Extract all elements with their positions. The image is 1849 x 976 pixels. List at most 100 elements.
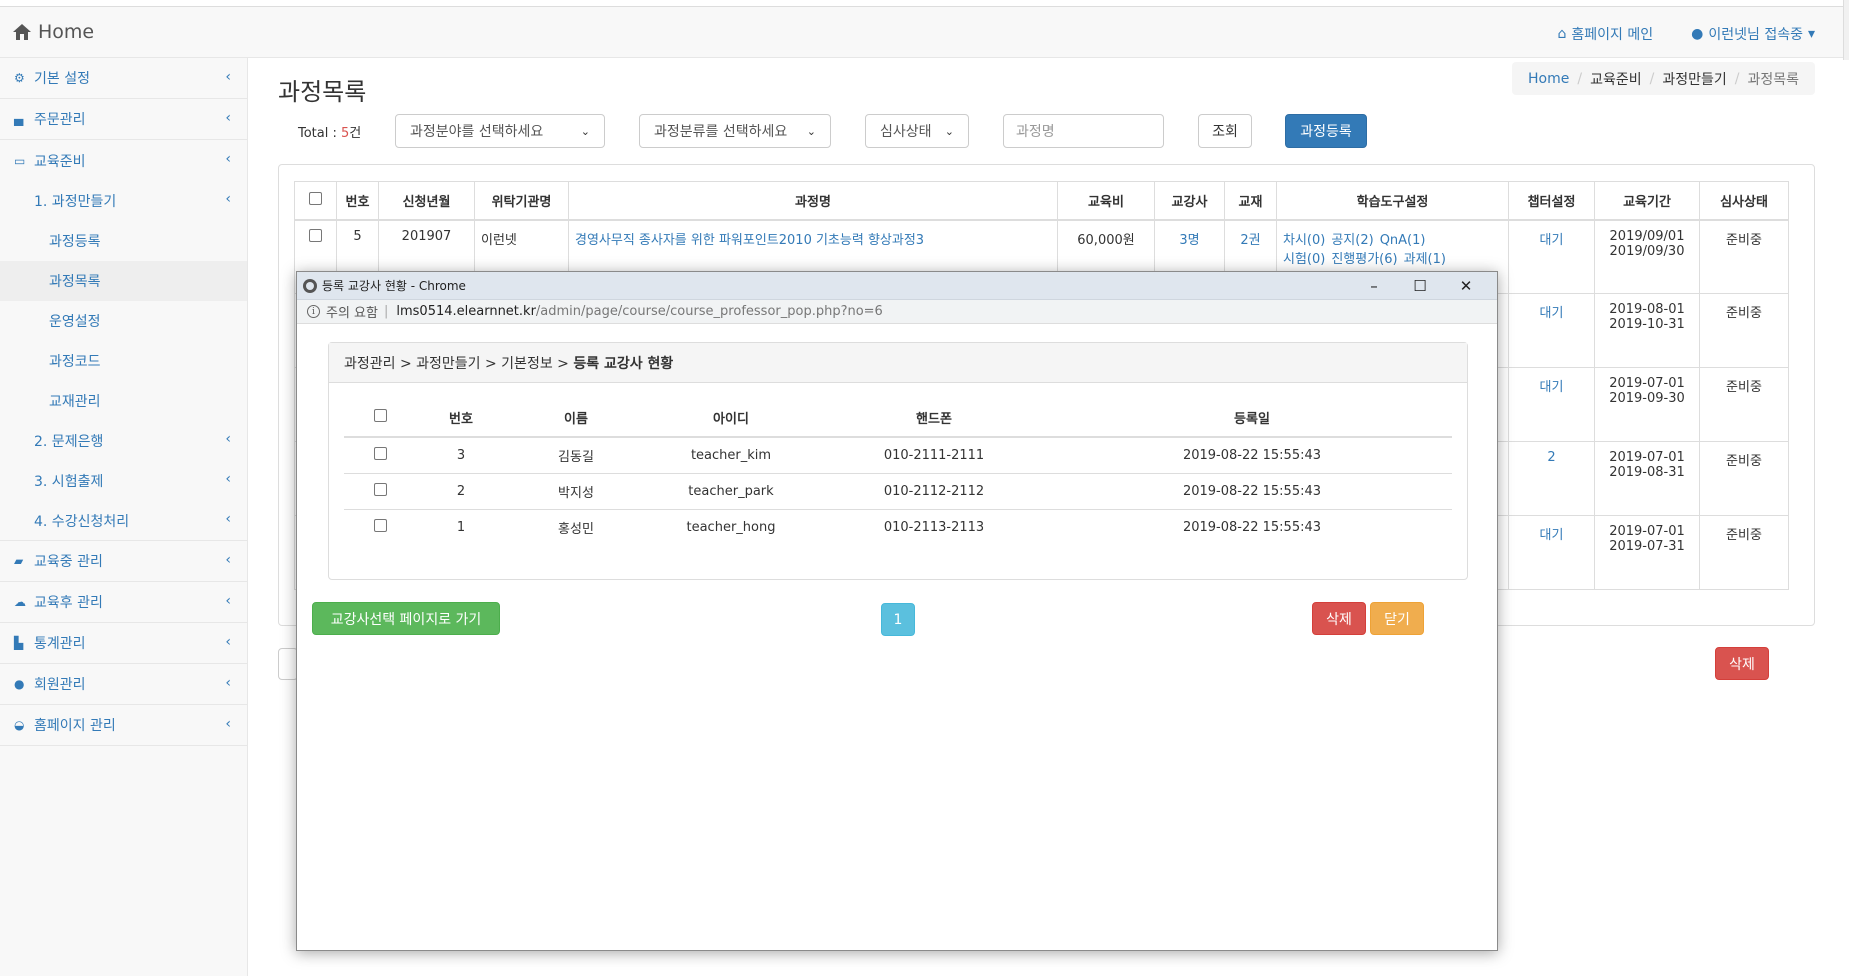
sidebar-item-label: 회원관리	[34, 677, 86, 693]
go-instructor-select-button[interactable]: 교강사선택 페이지로 가기	[312, 602, 500, 635]
breadcrumb-course-make[interactable]: 과정만들기	[1662, 69, 1726, 89]
period-end: 2019-09-30	[1609, 391, 1685, 406]
tool-link-sessions[interactable]: 차시(0)	[1283, 233, 1325, 248]
col-header: 핸드폰	[816, 399, 1052, 438]
course-category-select[interactable]: 과정분류를 선택하세요 ⌄	[639, 114, 831, 148]
user-icon: ●	[14, 677, 25, 691]
sidebar-item-members[interactable]: ● 회원관리 ‹	[0, 664, 247, 705]
tool-link-exam[interactable]: 시험(0)	[1283, 252, 1325, 267]
sidebar-item-basic-settings[interactable]: ⚙ 기본 설정 ‹	[0, 58, 247, 99]
bar-chart-icon: ▙	[14, 636, 24, 650]
sidebar-item-textbook[interactable]: 교재관리	[0, 381, 247, 421]
sidebar-item-during-edu[interactable]: ▰ 교육중 관리 ‹	[0, 541, 247, 582]
cell-period: 2019-07-01 2019-09-30	[1594, 367, 1700, 442]
col-header: 학습도구설정	[1276, 181, 1509, 221]
cell-chapter: 대기	[1508, 515, 1595, 590]
sidebar: ⚙ 기본 설정 ‹ ▄ 주문관리 ‹ ▭ 교육준비 ‹ 1. 과정만들기 ‹ 과정등록 과정목…	[0, 58, 248, 976]
chapter-link[interactable]: 대기	[1540, 380, 1564, 395]
select-all-cell	[344, 399, 416, 438]
sidebar-item-label: 주문관리	[34, 112, 86, 128]
minimize-icon[interactable]: –	[1351, 277, 1397, 295]
tool-link-assignment[interactable]: 과제(1)	[1404, 252, 1446, 267]
cell-id: teacher_park	[646, 473, 816, 510]
cell-name: 홍성민	[558, 521, 594, 537]
chevron-down-icon: ⌄	[580, 124, 590, 138]
row-checkbox[interactable]	[373, 518, 387, 532]
sidebar-item-homepage[interactable]: ◒ 홈페이지 관리 ‹	[0, 705, 247, 746]
table-header-row: 번호 이름 아이디 핸드폰 등록일	[344, 399, 1452, 438]
tool-link-qna[interactable]: QnA(1)	[1380, 233, 1426, 248]
sidebar-item-question-bank[interactable]: 2. 문제은행 ‹	[0, 421, 247, 461]
sidebar-item-course-make[interactable]: 1. 과정만들기 ‹	[0, 181, 247, 221]
cart-icon: ▄	[14, 112, 24, 126]
col-header: 번호	[416, 399, 506, 438]
sidebar-item-label: 홈페이지 관리	[34, 718, 116, 734]
col-header: 신청년월	[378, 181, 475, 221]
row-checkbox[interactable]	[373, 446, 387, 460]
home-brand-link[interactable]: Home	[12, 21, 94, 43]
select-all-checkbox[interactable]	[373, 409, 387, 422]
breadcrumb-edu-prep[interactable]: 교육준비	[1590, 69, 1642, 89]
review-status-select[interactable]: 심사상태 ⌄	[865, 114, 969, 148]
course-name-link[interactable]: 경영사무직 종사자를 위한 파워포인트2010 기초능력 향상과정3	[575, 233, 924, 248]
sidebar-item-edu-prep[interactable]: ▭ 교육준비 ‹	[0, 140, 247, 181]
instructor-popup-window: 등록 교강사 현황 - Chrome – ☐ ✕ i 주의 요함 | lms05…	[296, 271, 1498, 951]
breadcrumb: Home / 교육준비 / 과정만들기 / 과정목록	[1512, 62, 1815, 95]
course-name-input[interactable]: 과정명	[1003, 114, 1164, 148]
popup-titlebar[interactable]: 등록 교강사 현황 - Chrome – ☐ ✕	[297, 272, 1497, 300]
tool-link-notice[interactable]: 공지(2)	[1331, 233, 1373, 248]
sidebar-item-label: 기본 설정	[34, 71, 90, 87]
delete-button[interactable]: 삭제	[1715, 647, 1769, 680]
col-header: 등록일	[1052, 399, 1452, 438]
instructors-link[interactable]: 3명	[1179, 233, 1199, 248]
popup-close-button[interactable]: 닫기	[1370, 602, 1424, 635]
maximize-icon[interactable]: ☐	[1397, 277, 1443, 295]
chapter-link[interactable]: 대기	[1540, 306, 1564, 321]
sidebar-item-stats[interactable]: ▙ 통계관리 ‹	[0, 623, 247, 664]
tool-link-progress-eval[interactable]: 진행평가(6)	[1331, 252, 1397, 267]
close-icon[interactable]: ✕	[1443, 277, 1489, 295]
sidebar-item-after-edu[interactable]: ☁ 교육후 관리 ‹	[0, 582, 247, 623]
total-count: Total : 5건	[298, 122, 361, 141]
user-menu-dropdown[interactable]: ● 이런넷님 접속중 ▾	[1691, 24, 1815, 44]
instructor-table: 번호 이름 아이디 핸드폰 등록일 3 김동길 teacher_kim 010-…	[344, 399, 1452, 545]
sidebar-item-course-list[interactable]: 과정목록	[0, 261, 247, 301]
course-register-button[interactable]: 과정등록	[1285, 114, 1367, 148]
cell-period: 2019/09/01 2019/09/30	[1594, 219, 1700, 294]
address-bar[interactable]: i 주의 요함 | lms0514.elearnnet.kr/admin/pag…	[297, 300, 1497, 324]
chapter-link[interactable]: 대기	[1540, 233, 1564, 248]
sidebar-item-label: 1. 과정만들기	[34, 194, 117, 210]
row-checkbox[interactable]	[309, 228, 322, 242]
pagination-page-1[interactable]: 1	[881, 603, 915, 636]
chevron-left-icon: ‹	[225, 675, 231, 691]
sidebar-item-operation[interactable]: 운영설정	[0, 301, 247, 341]
sidebar-item-orders[interactable]: ▄ 주문관리 ‹	[0, 99, 247, 140]
sidebar-item-enroll[interactable]: 4. 수강신청처리 ‹	[0, 501, 247, 541]
row-checkbox[interactable]	[373, 482, 387, 496]
breadcrumb-home[interactable]: Home	[1528, 71, 1569, 87]
sidebar-item-course-register[interactable]: 과정등록	[0, 221, 247, 261]
cell-status: 준비중	[1699, 367, 1789, 442]
search-button[interactable]: 조회	[1198, 114, 1252, 148]
course-field-select[interactable]: 과정분야를 선택하세요 ⌄	[395, 114, 605, 148]
chapter-link[interactable]: 2	[1547, 450, 1555, 465]
cell-no: 1	[456, 519, 466, 535]
col-header: 아이디	[646, 399, 816, 438]
sidebar-item-course-code[interactable]: 과정코드	[0, 341, 247, 381]
cell-chapter: 대기	[1508, 219, 1595, 294]
scrollbar[interactable]	[1843, 0, 1849, 60]
sidebar-item-label: 4. 수강신청처리	[34, 513, 130, 530]
select-all-checkbox[interactable]	[309, 191, 322, 205]
homepage-main-link[interactable]: ⌂ 홈페이지 메인	[1558, 24, 1654, 44]
period-end: 2019-10-31	[1609, 317, 1685, 332]
hidden-action-button[interactable]	[278, 648, 298, 680]
cell-period: 2019-07-01 2019-07-31	[1594, 515, 1700, 590]
sidebar-item-exam[interactable]: 3. 시험출제 ‹	[0, 461, 247, 501]
chevron-left-icon: ‹	[225, 511, 231, 527]
cell-chapter: 대기	[1508, 293, 1595, 368]
textbooks-link[interactable]: 2권	[1240, 233, 1260, 248]
cell-status: 준비중	[1699, 441, 1789, 516]
popup-breadcrumb-path: 과정관리 > 과정만들기 > 기본정보 >	[344, 355, 569, 372]
chapter-link[interactable]: 대기	[1540, 528, 1564, 543]
popup-delete-button[interactable]: 삭제	[1312, 602, 1366, 635]
